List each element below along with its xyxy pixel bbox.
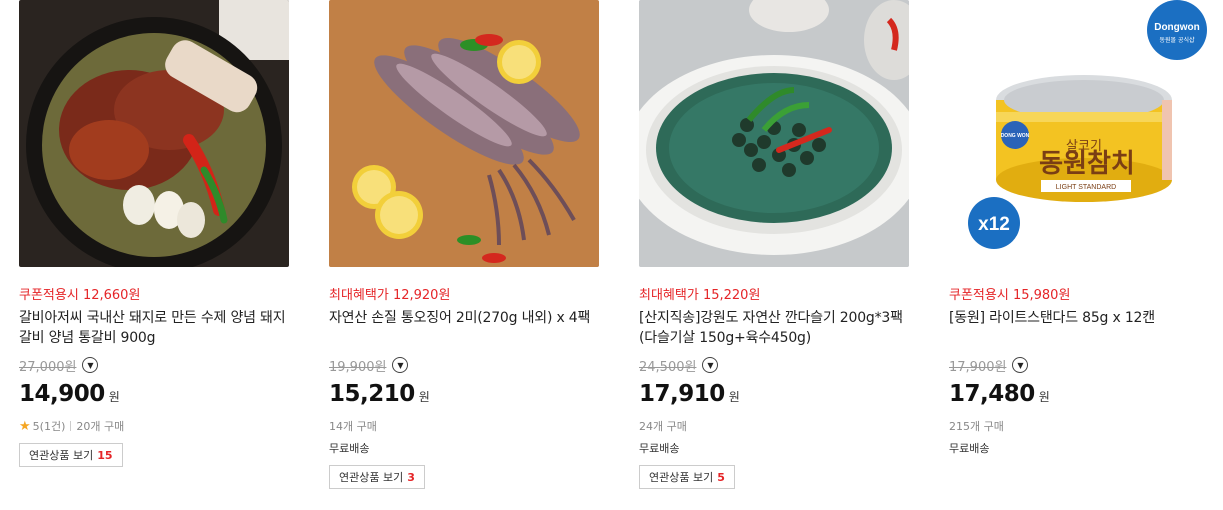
- original-price-row: 17,900원 ▼: [949, 355, 1220, 375]
- original-price-row: 24,500원 ▼: [639, 355, 910, 375]
- rating: 5(1건): [32, 420, 66, 433]
- promo-label: 최대혜택가: [639, 288, 699, 303]
- currency-label: 원: [728, 390, 740, 404]
- purchase-count: 20개 구매: [76, 420, 125, 433]
- sale-price: 17,910: [639, 381, 725, 407]
- can-text-main: 동원참치: [1039, 149, 1135, 179]
- chevron-down-icon[interactable]: ▼: [702, 357, 719, 373]
- original-price: 19,900원: [329, 359, 387, 375]
- brand-badge-sub: 동원몰 공식샵: [1159, 36, 1195, 44]
- promo-value: 15,220원: [702, 288, 761, 303]
- related-products-button[interactable]: 연관상품 보기 15: [19, 443, 123, 467]
- original-price-row: 19,900원 ▼: [329, 355, 600, 375]
- product-grid: 쿠폰적용시 12,660원 갈비아저씨 국내산 돼지로 만든 수제 양념 돼지갈…: [0, 0, 1223, 510]
- price-row: 17,910 원: [639, 381, 910, 409]
- price-row: 15,210 원: [329, 381, 600, 409]
- product-card[interactable]: 최대혜택가 12,920원 자연산 손질 통오징어 2미(270g 내외) x …: [329, 0, 600, 489]
- related-label: 연관상품 보기: [649, 471, 714, 484]
- promo-label: 쿠폰적용시: [19, 288, 79, 303]
- star-icon: ★: [19, 418, 31, 434]
- brand-badge-name: Dongwon: [1154, 22, 1200, 33]
- product-card[interactable]: 쿠폰적용시 12,660원 갈비아저씨 국내산 돼지로 만든 수제 양념 돼지갈…: [19, 0, 290, 467]
- shipping-info: 무료배송: [329, 442, 370, 455]
- related-count: 3: [407, 470, 415, 484]
- chevron-down-icon[interactable]: ▼: [1012, 357, 1029, 373]
- related-label: 연관상품 보기: [339, 471, 404, 484]
- product-meta: 24개 구매: [639, 418, 910, 434]
- promo-value: 15,980원: [1012, 288, 1071, 303]
- promo-price: 쿠폰적용시 15,980원: [949, 287, 1220, 304]
- purchase-count: 215개 구매: [949, 420, 1004, 433]
- divider: [70, 421, 72, 431]
- promo-value: 12,660원: [82, 288, 141, 303]
- promo-price: 쿠폰적용시 12,660원: [19, 287, 290, 304]
- product-image[interactable]: [639, 0, 909, 267]
- shipping-info: 무료배송: [949, 442, 990, 455]
- related-products-button[interactable]: 연관상품 보기 3: [329, 465, 425, 489]
- product-image[interactable]: [19, 0, 289, 267]
- product-title[interactable]: 자연산 손질 통오징어 2미(270g 내외) x 4팩: [329, 308, 600, 348]
- product-title[interactable]: 갈비아저씨 국내산 돼지로 만든 수제 양념 돼지갈비 양념 통갈비 900g: [19, 308, 290, 348]
- purchase-count: 14개 구매: [329, 420, 377, 433]
- promo-label: 최대혜택가: [329, 288, 389, 303]
- sale-price: 17,480: [949, 381, 1035, 407]
- price-row: 14,900 원: [19, 381, 290, 409]
- can-logo: DONG WON: [1001, 133, 1030, 139]
- related-count: 5: [717, 470, 725, 484]
- chevron-down-icon[interactable]: ▼: [392, 357, 409, 373]
- sale-price: 15,210: [329, 381, 415, 407]
- currency-label: 원: [108, 390, 120, 404]
- promo-price: 최대혜택가 12,920원: [329, 287, 600, 304]
- quantity-badge: x12: [978, 214, 1010, 235]
- promo-label: 쿠폰적용시: [949, 288, 1009, 303]
- original-price: 27,000원: [19, 359, 77, 375]
- product-card[interactable]: 최대혜택가 15,220원 [산지직송]강원도 자연산 깐다슬기 200g*3팩…: [639, 0, 910, 489]
- product-image[interactable]: Dongwon 동원몰 공식샵 살코기 동원참치 LIGHT STANDARD …: [949, 0, 1219, 267]
- promo-price: 최대혜택가 15,220원: [639, 287, 910, 304]
- sale-price: 14,900: [19, 381, 105, 407]
- price-row: 17,480 원: [949, 381, 1220, 409]
- currency-label: 원: [418, 390, 430, 404]
- product-meta: ★ 5(1건) 20개 구매: [19, 418, 290, 434]
- product-title[interactable]: [산지직송]강원도 자연산 깐다슬기 200g*3팩 (다슬기살 150g+육수…: [639, 308, 910, 348]
- brand-badge: Dongwon 동원몰 공식샵: [1147, 0, 1207, 60]
- product-meta: 215개 구매: [949, 418, 1220, 434]
- promo-value: 12,920원: [392, 288, 451, 303]
- related-label: 연관상품 보기: [29, 449, 94, 462]
- product-image[interactable]: [329, 0, 599, 267]
- product-card[interactable]: Dongwon 동원몰 공식샵 살코기 동원참치 LIGHT STANDARD …: [949, 0, 1220, 456]
- original-price: 24,500원: [639, 359, 697, 375]
- currency-label: 원: [1038, 390, 1050, 404]
- can-text-sub: LIGHT STANDARD: [1056, 184, 1116, 191]
- shipping-info: 무료배송: [639, 442, 680, 455]
- original-price-row: 27,000원 ▼: [19, 355, 290, 375]
- original-price: 17,900원: [949, 359, 1007, 375]
- product-meta: 14개 구매: [329, 418, 600, 434]
- purchase-count: 24개 구매: [639, 420, 687, 433]
- related-count: 15: [97, 448, 113, 462]
- chevron-down-icon[interactable]: ▼: [82, 357, 99, 373]
- related-products-button[interactable]: 연관상품 보기 5: [639, 465, 735, 489]
- product-title[interactable]: [동원] 라이트스탠다드 85g x 12캔: [949, 308, 1220, 348]
